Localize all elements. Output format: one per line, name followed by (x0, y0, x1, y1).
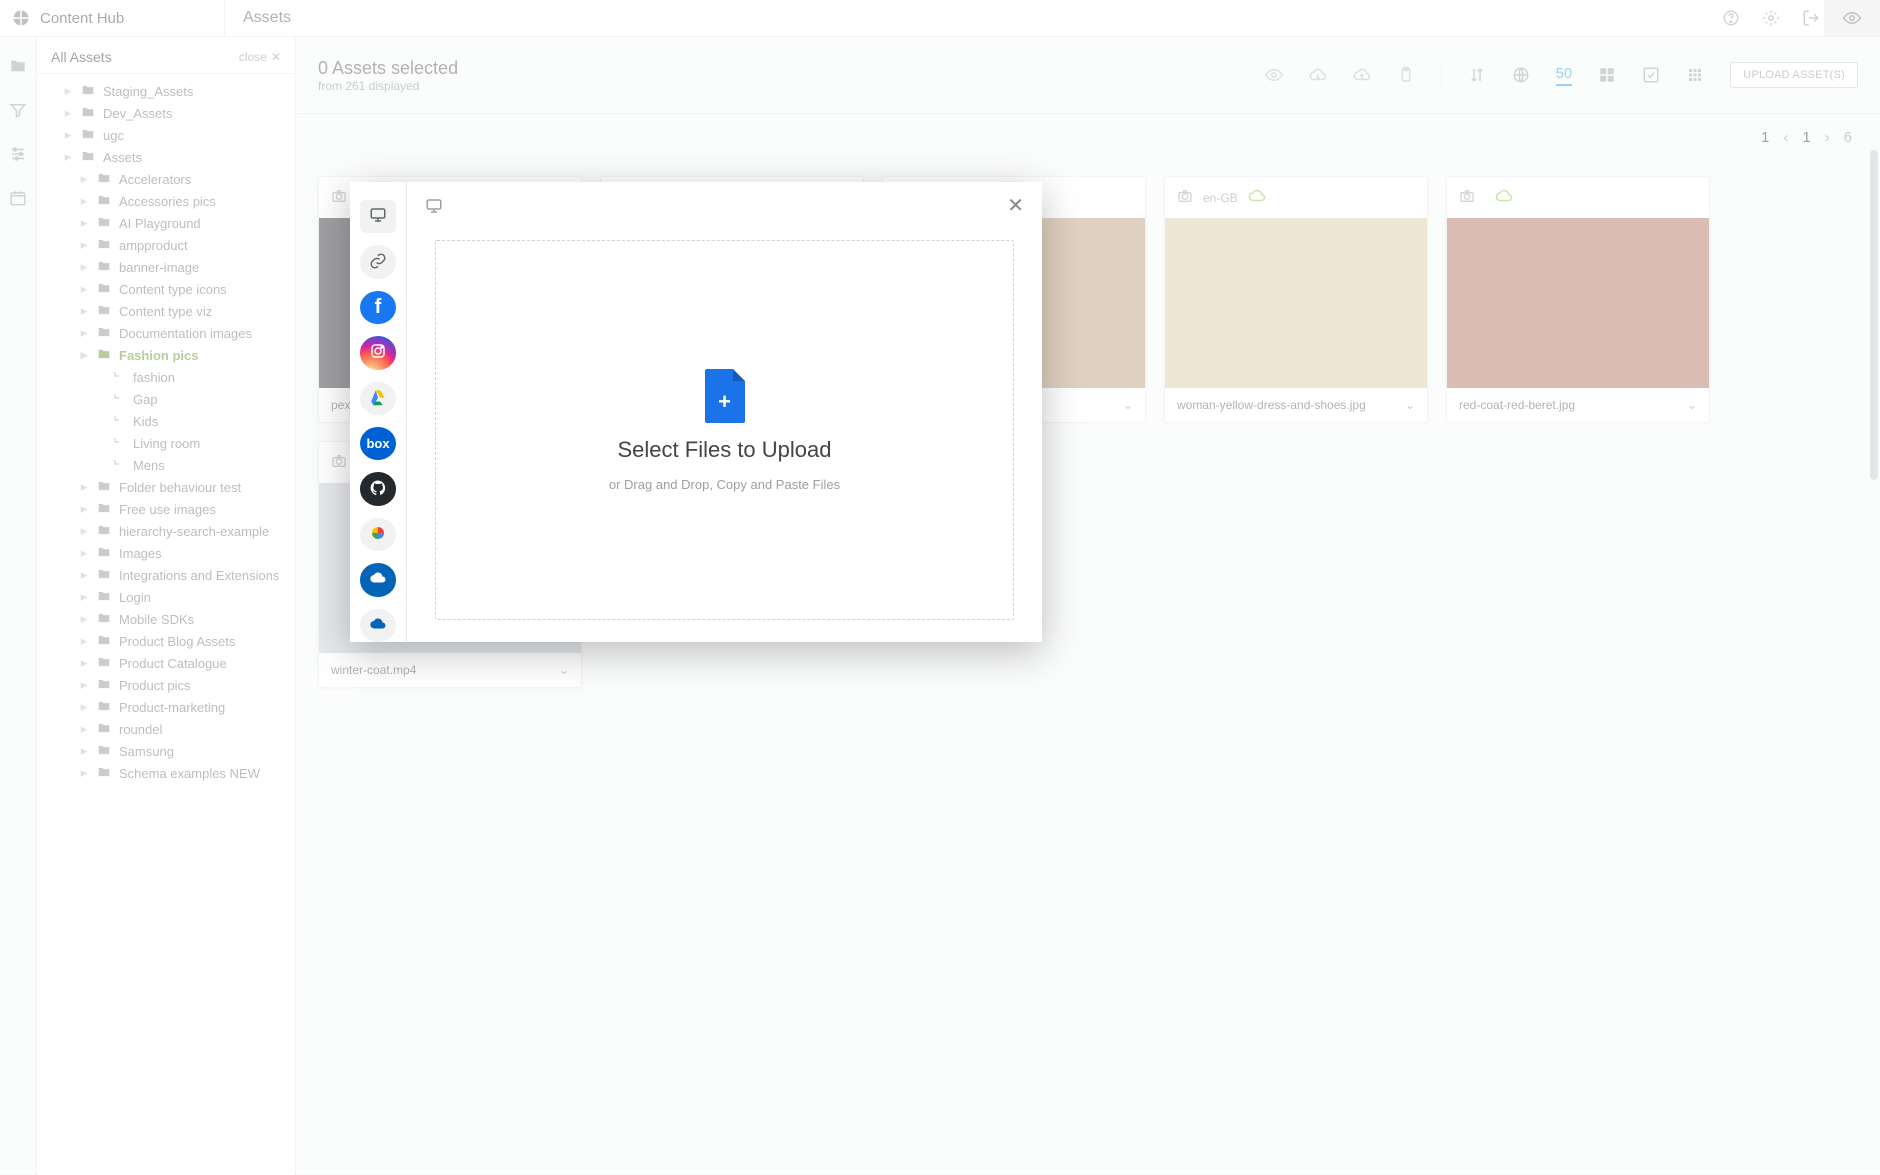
link-icon (369, 252, 387, 273)
onedrive-icon (369, 569, 387, 590)
box-icon: box (366, 436, 389, 451)
upload-source-onedrive[interactable] (360, 563, 396, 596)
upload-source-rail: f box (350, 182, 407, 642)
upload-source-facebook[interactable]: f (360, 291, 396, 324)
upload-source-instagram[interactable] (360, 336, 396, 369)
upload-source-google-photos[interactable] (360, 518, 396, 551)
upload-modal-header: ✕ (407, 182, 1042, 230)
upload-source-device[interactable] (360, 200, 396, 233)
file-plus-icon (705, 369, 745, 423)
upload-modal-body: ✕ Select Files to Upload or Drag and Dro… (407, 182, 1042, 642)
upload-source-github[interactable] (360, 472, 396, 505)
google-drive-icon (369, 388, 387, 409)
upload-source-box[interactable]: box (360, 427, 396, 460)
upload-source-onedrive-business[interactable] (360, 609, 396, 642)
dropzone-subtitle: or Drag and Drop, Copy and Paste Files (609, 477, 840, 492)
upload-source-google-drive[interactable] (360, 382, 396, 415)
onedrive-icon (369, 615, 387, 636)
upload-dropzone[interactable]: Select Files to Upload or Drag and Drop,… (435, 240, 1014, 620)
dropzone-title: Select Files to Upload (618, 437, 832, 463)
github-icon (369, 479, 387, 500)
upload-modal: f box ✕ Select Files to Upload or Drag an… (350, 182, 1042, 642)
monitor-icon (369, 206, 387, 227)
google-photos-icon (369, 524, 387, 545)
modal-close-button[interactable]: ✕ (1007, 196, 1024, 216)
upload-source-link[interactable] (360, 245, 396, 278)
facebook-icon: f (375, 296, 382, 319)
instagram-icon (369, 342, 387, 363)
monitor-icon (425, 197, 443, 215)
